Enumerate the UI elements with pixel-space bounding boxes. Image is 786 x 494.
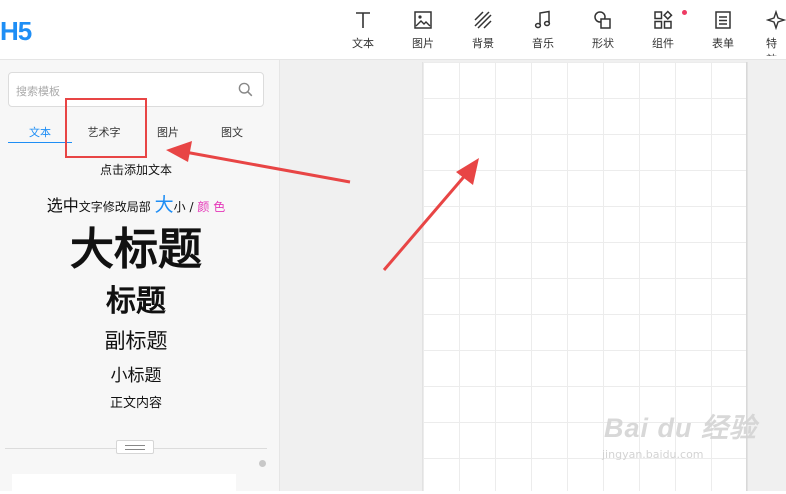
baidu-watermark: Bai du 经验 jingyan.baidu.com — [578, 400, 758, 480]
arrow-to-canvas — [382, 158, 479, 271]
watermark-brand: Bai du 经验 — [604, 413, 758, 443]
arrow-to-art-tab — [166, 141, 351, 184]
watermark-url: jingyan.baidu.com — [602, 448, 704, 461]
